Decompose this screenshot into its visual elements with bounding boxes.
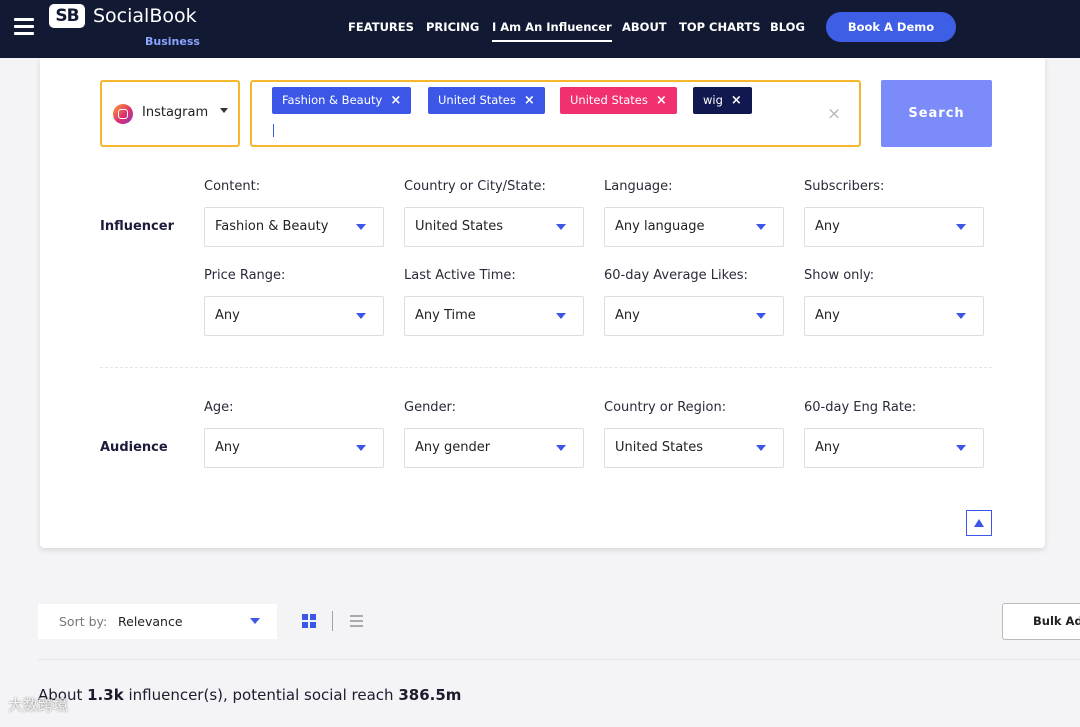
influencer-section-label: Influencer (100, 219, 174, 234)
caret-down-icon (220, 108, 228, 113)
content-label: Content: (204, 179, 261, 194)
remove-tag-icon[interactable]: × (390, 93, 401, 108)
audience-section-label: Audience (100, 440, 168, 455)
caret-down-icon (356, 445, 366, 451)
keyword-tag-input[interactable]: Fashion & Beauty × United States × United … (250, 80, 861, 147)
gender-select[interactable]: Any gender (404, 428, 584, 468)
eng-rate-label: 60-day Eng Rate: (804, 400, 917, 415)
bulk-add-button[interactable]: Bulk Ad (1002, 603, 1080, 640)
age-label: Age: (204, 400, 234, 415)
nav-link-top-charts[interactable]: TOP CHARTS (679, 20, 760, 34)
text-cursor (273, 124, 274, 137)
search-button[interactable]: Search (881, 80, 992, 147)
sort-label: Sort by: (59, 614, 108, 629)
age-select[interactable]: Any (204, 428, 384, 468)
select-value: Any (615, 308, 640, 323)
select-value: United States (415, 219, 504, 234)
tag-label: Fashion & Beauty (282, 93, 383, 107)
list-view-icon[interactable] (350, 615, 363, 627)
tag-label: United States (438, 93, 516, 107)
caret-down-icon (756, 445, 766, 451)
caret-down-icon (756, 224, 766, 230)
platform-label: Instagram (142, 105, 209, 120)
caret-down-icon (556, 224, 566, 230)
nav-link-features[interactable]: FEATURES (348, 20, 414, 34)
instagram-icon (113, 104, 133, 124)
tag-chip: wig × (693, 87, 752, 114)
language-label: Language: (604, 179, 673, 194)
price-range-select[interactable]: Any (204, 296, 384, 336)
subscribers-label: Subscribers: (804, 179, 885, 194)
tag-chip: Fashion & Beauty × (272, 87, 412, 114)
show-only-label: Show only: (804, 268, 875, 283)
gender-label: Gender: (404, 400, 457, 415)
clear-tags-icon[interactable]: × (827, 104, 841, 124)
last-active-select[interactable]: Any Time (404, 296, 584, 336)
select-value: Any (815, 440, 840, 455)
watermark: 大数跨境 (8, 696, 69, 714)
section-divider (100, 367, 992, 368)
country-city-select[interactable]: United States (404, 207, 584, 247)
caret-down-icon (956, 445, 966, 451)
caret-down-icon (956, 224, 966, 230)
caret-down-icon (356, 313, 366, 319)
eng-rate-select[interactable]: Any (804, 428, 984, 468)
show-only-select[interactable]: Any (804, 296, 984, 336)
remove-tag-icon[interactable]: × (524, 93, 535, 108)
language-select[interactable]: Any language (604, 207, 784, 247)
caret-down-icon (556, 445, 566, 451)
brand-name[interactable]: SocialBook (93, 5, 197, 27)
view-toggle-separator (332, 611, 333, 631)
grid-view-icon[interactable] (302, 614, 316, 628)
select-value: Any (215, 440, 240, 455)
avg-likes-select[interactable]: Any (604, 296, 784, 336)
select-value: United States (615, 440, 704, 455)
caret-down-icon (250, 618, 260, 624)
sort-value: Relevance (118, 614, 183, 629)
avg-likes-label: 60-day Average Likes: (604, 268, 748, 283)
caret-down-icon (556, 313, 566, 319)
collapse-filters-button[interactable] (966, 510, 992, 536)
content-select[interactable]: Fashion & Beauty (204, 207, 384, 247)
tag-chip: United States × (560, 87, 677, 114)
remove-tag-icon[interactable]: × (731, 93, 742, 108)
nav-link-about[interactable]: ABOUT (622, 20, 667, 34)
brand-subtitle: Business (145, 35, 200, 48)
potential-reach: 386.5m (398, 686, 462, 704)
nav-link-influencer[interactable]: I Am An Influencer (492, 20, 612, 42)
results-divider (38, 659, 1080, 660)
country-region-select[interactable]: United States (604, 428, 784, 468)
select-value: Any (815, 219, 840, 234)
influencer-count: 1.3k (87, 686, 124, 704)
country-city-label: Country or City/State: (404, 179, 546, 194)
select-value: Any (815, 308, 840, 323)
summary-middle: influencer(s), potential social reach (123, 686, 399, 704)
caret-down-icon (956, 313, 966, 319)
tag-chip: United States × (428, 87, 545, 114)
results-summary: About 1.3k influencer(s), potential soci… (38, 686, 461, 704)
tag-label: United States (570, 93, 648, 107)
tag-label: wig (703, 93, 723, 107)
book-demo-button[interactable]: Book A Demo (826, 12, 956, 42)
caret-down-icon (356, 224, 366, 230)
brand-logo-mark[interactable]: SB (49, 4, 85, 28)
select-value: Fashion & Beauty (215, 219, 329, 234)
select-value: Any (215, 308, 240, 323)
caret-down-icon (756, 313, 766, 319)
nav-link-blog[interactable]: BLOG (770, 20, 805, 34)
select-value: Any gender (415, 440, 491, 455)
nav-link-pricing[interactable]: PRICING (426, 20, 479, 34)
select-value: Any Time (415, 308, 476, 323)
sort-select[interactable]: Sort by: Relevance (38, 604, 277, 639)
last-active-label: Last Active Time: (404, 268, 516, 283)
price-range-label: Price Range: (204, 268, 286, 283)
remove-tag-icon[interactable]: × (656, 93, 667, 108)
select-value: Any language (615, 219, 705, 234)
menu-icon[interactable] (14, 18, 34, 35)
platform-select[interactable]: Instagram (100, 80, 240, 147)
country-region-label: Country or Region: (604, 400, 727, 415)
top-navbar: SB SocialBook Business FEATURES PRICING … (0, 0, 1080, 58)
subscribers-select[interactable]: Any (804, 207, 984, 247)
